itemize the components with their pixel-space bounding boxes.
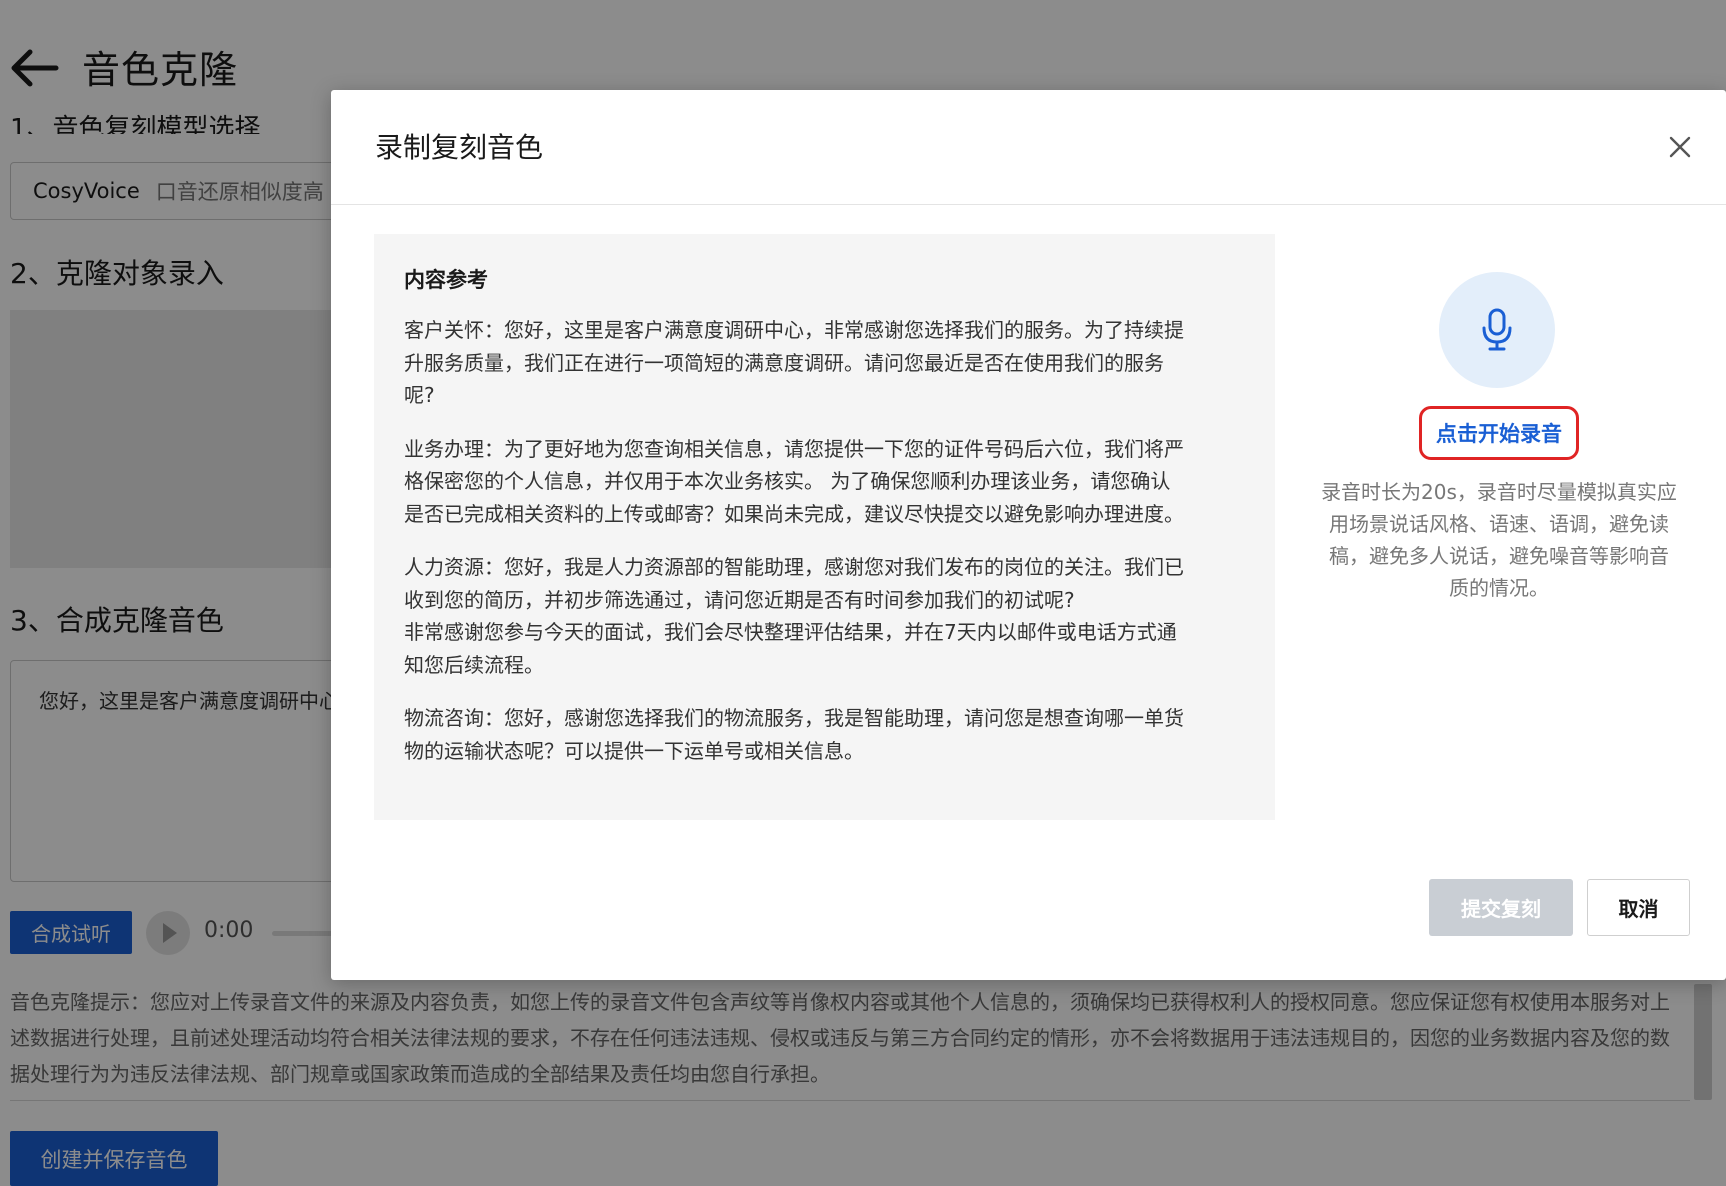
reference-paragraph: 物流咨询：您好，感谢您选择我们的物流服务，我是智能助理，请问您是想查询哪一单货 … (404, 702, 1245, 767)
modal-title: 录制复刻音色 (375, 131, 544, 164)
record-clone-modal: 录制复刻音色 内容参考 客户关怀：您好，这里是客户满意度调研中心，非常感谢您选择… (331, 90, 1726, 980)
reference-paragraph: 人力资源：您好，我是人力资源部的智能助理，感谢您对我们发布的岗位的关注。我们已 … (404, 551, 1245, 681)
reference-line: 客户关怀：您好，这里是客户满意度调研中心，非常感谢您选择我们的服务。为了持续提 (404, 318, 1184, 342)
reference-line: 物流咨询：您好，感谢您选择我们的物流服务，我是智能助理，请问您是想查询哪一单货 (404, 706, 1184, 730)
reference-line: 物的运输状态呢？可以提供一下运单号或相关信息。 (404, 738, 864, 763)
reference-line: 升服务质量，我们正在进行一项简短的满意度调研。请问您最近是否在使用我们的服务 (404, 350, 1164, 375)
recording-tip-line: 录音时长为20s，录音时尽量模拟真实应 (1321, 480, 1677, 504)
microphone-icon (1482, 308, 1512, 351)
reference-line: 格保密您的个人信息，并仅用于本次业务核实。 为了确保您顺利办理该业务，请您确认 (404, 469, 1171, 493)
recording-tip-line: 稿，避免多人说话，避免噪音等影响音 (1329, 544, 1669, 568)
reference-line: 人力资源：您好，我是人力资源部的智能助理，感谢您对我们发布的岗位的关注。我们已 (404, 555, 1184, 579)
reference-line: 是否已完成相关资料的上传或邮寄？如果尚未完成，建议尽快提交以避免影响办理进度。 (404, 501, 1184, 526)
reference-line: 非常感谢您参与今天的面试，我们会尽快整理评估结果，并在7天内以邮件或电话方式通 (404, 620, 1177, 644)
reference-title: 内容参考 (404, 268, 488, 292)
start-recording-button[interactable]: 点击开始录音 (1419, 406, 1579, 460)
reference-paragraph: 业务办理：为了更好地为您查询相关信息，请您提供一下您的证件号码后六位，我们将严 … (404, 433, 1245, 531)
reference-line: 呢? (404, 383, 435, 407)
reference-line: 业务办理：为了更好地为您查询相关信息，请您提供一下您的证件号码后六位，我们将严 (404, 436, 1184, 461)
reference-line: 知您后续流程。 (404, 652, 544, 677)
microphone-button[interactable] (1439, 272, 1555, 388)
cancel-button[interactable]: 取消 (1587, 879, 1690, 936)
reference-paragraph: 客户关怀：您好，这里是客户满意度调研中心，非常感谢您选择我们的服务。为了持续提 … (404, 314, 1245, 412)
reference-content-panel: 内容参考 客户关怀：您好，这里是客户满意度调研中心，非常感谢您选择我们的服务。为… (374, 234, 1275, 820)
modal-header: 录制复刻音色 (331, 90, 1726, 205)
reference-line: 收到您的简历，并初步筛选通过，请问您近期是否有时间参加我们的初试呢? (404, 587, 1075, 612)
close-icon[interactable] (1661, 128, 1699, 166)
recording-tip-line: 质的情况。 (1449, 576, 1549, 600)
recording-tip: 录音时长为20s，录音时尽量模拟真实应 用场景说话风格、语速、语调，避免读 稿，… (1297, 476, 1701, 604)
submit-clone-button[interactable]: 提交复刻 (1429, 879, 1573, 936)
recording-tip-line: 用场景说话风格、语速、语调，避免读 (1329, 512, 1669, 536)
voice-clone-page: 音色克隆 1、音色复刻模型选择 CosyVoice 口音还原相似度高 2、克隆对… (0, 0, 1726, 1186)
